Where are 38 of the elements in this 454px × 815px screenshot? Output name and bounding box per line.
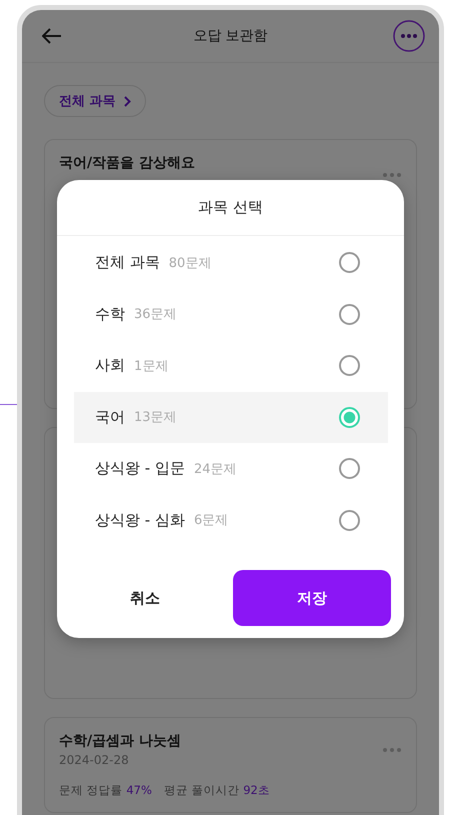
- option-label: 사회: [95, 356, 125, 376]
- dialog-title: 과목 선택: [57, 180, 404, 236]
- option-count: 1문제: [134, 358, 168, 375]
- back-arrow-icon[interactable]: [42, 28, 62, 44]
- option-count: 6문제: [194, 512, 228, 530]
- subject-option[interactable]: 전체 과목 80문제: [74, 237, 388, 288]
- option-count: 13문제: [134, 409, 177, 426]
- option-label: 상식왕 - 입문: [95, 459, 185, 478]
- radio-button[interactable]: [339, 355, 360, 376]
- subject-option[interactable]: 수학 36문제: [74, 288, 388, 340]
- more-icon[interactable]: [393, 20, 425, 52]
- stat-text: 문제 정답률 47%: [59, 783, 152, 798]
- radio-button[interactable]: [339, 510, 360, 531]
- option-label: 수학: [95, 304, 125, 324]
- card-title: 국어/작품을 감상해요: [59, 154, 195, 172]
- radio-button[interactable]: [339, 458, 360, 480]
- option-label: 상식왕 - 심화: [95, 510, 185, 530]
- card-title: 수학/곱셈과 나눗셈: [59, 732, 181, 750]
- subject-filter-chip[interactable]: 전체 과목: [44, 85, 146, 117]
- option-count: 24문제: [194, 460, 236, 478]
- option-count: 36문제: [134, 306, 177, 324]
- subject-option[interactable]: 상식왕 - 심화 6문제: [74, 494, 388, 546]
- card-date: 2024-02-28: [59, 753, 130, 767]
- save-button[interactable]: 저장: [233, 570, 391, 626]
- cancel-button[interactable]: 취소: [57, 570, 233, 626]
- option-label: 국어: [95, 408, 125, 427]
- radio-button[interactable]: [339, 252, 360, 274]
- subject-option[interactable]: 사회 1문제: [74, 340, 388, 392]
- option-label: 전체 과목: [95, 253, 160, 272]
- note-card[interactable]: 수학/곱셈과 나눗셈 2024-02-28 문제 정답률 47% 평균 풀이시간 92초: [44, 717, 417, 813]
- subject-option[interactable]: 국어 13문제: [74, 392, 388, 443]
- screen-title: 오답 보관함: [193, 27, 268, 45]
- radio-button[interactable]: [339, 406, 360, 428]
- stat-text: 평균 풀이시간 92초: [164, 783, 270, 798]
- radio-button[interactable]: [339, 304, 360, 325]
- chevron-right-icon: [124, 96, 131, 106]
- option-count: 80문제: [168, 254, 212, 272]
- subject-option[interactable]: 상식왕 - 입문 24문제: [74, 443, 388, 494]
